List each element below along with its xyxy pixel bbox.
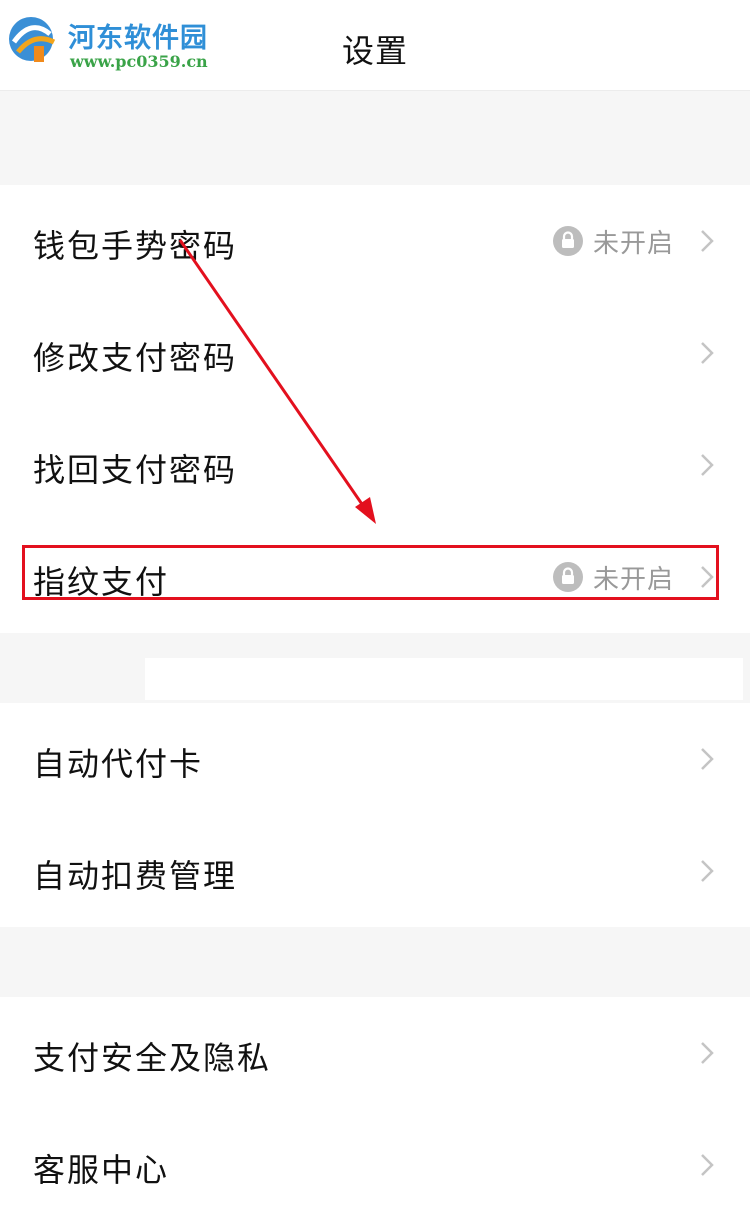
lock-icon: [552, 226, 583, 256]
chevron-right-icon: [701, 748, 714, 770]
watermark-logo-icon: [9, 17, 56, 62]
list-item-label: 客服中心: [33, 1151, 170, 1189]
list-item-auto-pay-card[interactable]: 自动代付卡: [0, 703, 750, 815]
watermark-name: 河东软件园: [68, 23, 208, 54]
list-item-change-pay-password[interactable]: 修改支付密码: [0, 297, 750, 409]
status-text: 未开启: [592, 228, 674, 259]
watermark-url: www.pc0359.cn: [70, 52, 208, 71]
gap-artifact: [145, 658, 743, 700]
chevron-right-icon: [701, 860, 714, 882]
chevron-right-icon: [701, 1154, 714, 1176]
list-item-auto-deduct-management[interactable]: 自动扣费管理: [0, 815, 750, 927]
support-group: 支付安全及隐私 客服中心: [0, 997, 750, 1221]
annotation-highlight-box: [22, 545, 719, 600]
list-item-label: 自动扣费管理: [33, 857, 238, 895]
chevron-right-icon: [701, 1042, 714, 1064]
chevron-right-icon: [701, 230, 714, 252]
chevron-right-icon: [701, 342, 714, 364]
chevron-right-icon: [701, 454, 714, 476]
list-item-label: 钱包手势密码: [33, 227, 238, 265]
list-item-wallet-gesture-password[interactable]: 钱包手势密码 未开启: [0, 185, 750, 297]
watermark: 河东软件园 www.pc0359.cn: [4, 6, 234, 71]
list-item-label: 找回支付密码: [33, 451, 238, 489]
status-indicator: 未开启: [552, 225, 674, 259]
list-item-label: 支付安全及隐私: [33, 1039, 272, 1077]
list-item-pay-security-privacy[interactable]: 支付安全及隐私: [0, 997, 750, 1109]
list-item-label: 自动代付卡: [33, 745, 204, 783]
list-item-label: 修改支付密码: [33, 339, 238, 377]
auto-pay-group: 自动代付卡 自动扣费管理: [0, 703, 750, 927]
list-item-customer-service[interactable]: 客服中心: [0, 1109, 750, 1221]
list-item-recover-pay-password[interactable]: 找回支付密码: [0, 409, 750, 521]
